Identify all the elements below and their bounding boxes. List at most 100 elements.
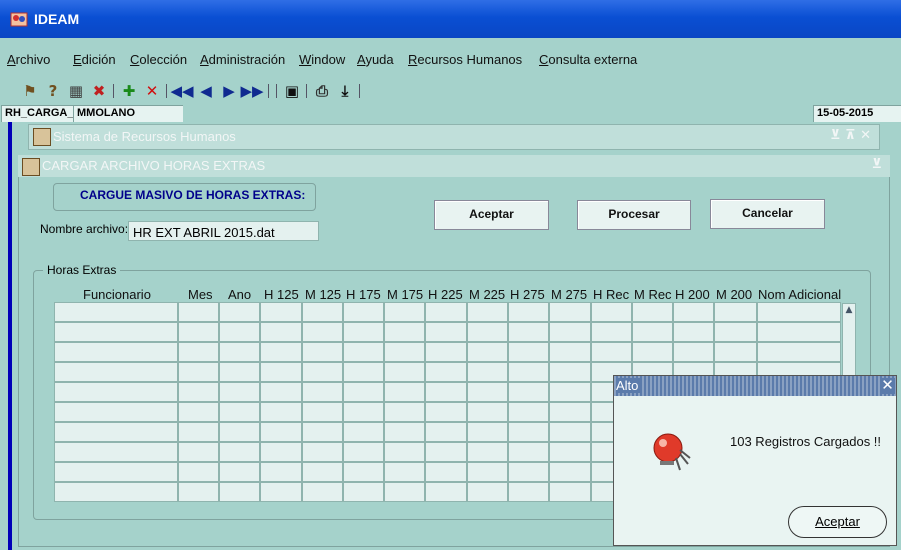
- scroll-up-icon[interactable]: ▲: [843, 304, 855, 316]
- grid-cell[interactable]: [302, 382, 343, 402]
- grid-cell[interactable]: [549, 302, 591, 322]
- grid-cell[interactable]: [508, 342, 549, 362]
- grid-cell[interactable]: [549, 342, 591, 362]
- grid-cell[interactable]: [219, 342, 260, 362]
- grid-cell[interactable]: [467, 462, 508, 482]
- grid-cell[interactable]: [343, 402, 384, 422]
- alert-close-icon[interactable]: ✕: [880, 378, 895, 394]
- grid-cell[interactable]: [384, 442, 425, 462]
- grid-cell[interactable]: [591, 342, 632, 362]
- grid-cell[interactable]: [467, 442, 508, 462]
- menu-coleccion[interactable]: Colección: [130, 52, 187, 67]
- previous-record-icon[interactable]: ◀: [197, 82, 215, 100]
- grid-cell[interactable]: [714, 322, 757, 342]
- grid-cell[interactable]: [673, 302, 714, 322]
- last-record-icon[interactable]: ▶▶: [240, 82, 263, 100]
- grid-cell[interactable]: [54, 462, 178, 482]
- grid-cell[interactable]: [54, 382, 178, 402]
- aceptar-button[interactable]: Aceptar: [434, 200, 549, 230]
- grid-cell[interactable]: [219, 442, 260, 462]
- grid-cell[interactable]: [302, 342, 343, 362]
- grid-cell[interactable]: [425, 422, 467, 442]
- grid-cell[interactable]: [302, 302, 343, 322]
- file-name-input[interactable]: HR EXT ABRIL 2015.dat: [128, 221, 319, 241]
- grid-cell[interactable]: [384, 342, 425, 362]
- grid-cell[interactable]: [219, 422, 260, 442]
- grid-cell[interactable]: [425, 482, 467, 502]
- grid-cell[interactable]: [219, 462, 260, 482]
- grid-cell[interactable]: [219, 302, 260, 322]
- grid-cell[interactable]: [343, 362, 384, 382]
- grid-cell[interactable]: [425, 462, 467, 482]
- grid-cell[interactable]: [343, 462, 384, 482]
- grid-cell[interactable]: [178, 322, 219, 342]
- grid-cell[interactable]: [260, 402, 302, 422]
- grid-cell[interactable]: [343, 322, 384, 342]
- grid-cell[interactable]: [178, 482, 219, 502]
- grid-cell[interactable]: [343, 302, 384, 322]
- grid-cell[interactable]: [302, 322, 343, 342]
- next-record-icon[interactable]: ▶: [220, 82, 238, 100]
- grid-cell[interactable]: [508, 422, 549, 442]
- grid-cell[interactable]: [632, 302, 673, 322]
- grid-cell[interactable]: [54, 362, 178, 382]
- grid-cell[interactable]: [508, 302, 549, 322]
- grid-cell[interactable]: [714, 342, 757, 362]
- minimize-icon[interactable]: ⊻: [871, 157, 882, 172]
- grid-cell[interactable]: [549, 362, 591, 382]
- menu-recursos-humanos[interactable]: Recursos Humanos: [408, 52, 522, 67]
- grid-cell[interactable]: [467, 362, 508, 382]
- menu-ayuda[interactable]: Ayuda: [357, 52, 394, 67]
- grid-cell[interactable]: [673, 342, 714, 362]
- grid-cell[interactable]: [673, 322, 714, 342]
- download-icon[interactable]: ⤓: [336, 82, 354, 100]
- grid-cell[interactable]: [302, 422, 343, 442]
- grid-cell[interactable]: [178, 402, 219, 422]
- menu-edicion[interactable]: Edición: [73, 52, 116, 67]
- grid-cell[interactable]: [384, 302, 425, 322]
- grid-cell[interactable]: [302, 362, 343, 382]
- grid-cell[interactable]: [508, 382, 549, 402]
- grid-cell[interactable]: [467, 482, 508, 502]
- grid-cell[interactable]: [425, 382, 467, 402]
- grid-cell[interactable]: [549, 422, 591, 442]
- grid-cell[interactable]: [425, 322, 467, 342]
- grid-cell[interactable]: [508, 462, 549, 482]
- cancelar-button[interactable]: Cancelar: [710, 199, 825, 229]
- grid-cell[interactable]: [178, 302, 219, 322]
- grid-cell[interactable]: [632, 342, 673, 362]
- grid-cell[interactable]: [302, 482, 343, 502]
- cargar-window-titlebar[interactable]: CARGAR ARCHIVO HORAS EXTRAS ⊻: [18, 155, 890, 177]
- query-icon[interactable]: ?: [44, 82, 62, 100]
- window-controls-icon[interactable]: ⊻ ⊼ ✕: [830, 128, 871, 143]
- insert-record-icon[interactable]: ✚: [120, 82, 138, 100]
- grid-cell[interactable]: [260, 302, 302, 322]
- grid-cell[interactable]: [467, 322, 508, 342]
- grid-cell[interactable]: [467, 422, 508, 442]
- grid-cell[interactable]: [54, 442, 178, 462]
- grid-cell[interactable]: [467, 342, 508, 362]
- grid-cell[interactable]: [219, 322, 260, 342]
- grid-cell[interactable]: [467, 302, 508, 322]
- save-icon[interactable]: ▣: [283, 82, 301, 100]
- grid-cell[interactable]: [384, 362, 425, 382]
- menu-consulta-externa[interactable]: Consulta externa: [539, 52, 637, 67]
- grid-cell[interactable]: [591, 302, 632, 322]
- grid-cell[interactable]: [714, 302, 757, 322]
- grid-cell[interactable]: [178, 462, 219, 482]
- grid-cell[interactable]: [54, 422, 178, 442]
- grid-cell[interactable]: [219, 482, 260, 502]
- grid-cell[interactable]: [425, 402, 467, 422]
- alert-aceptar-button[interactable]: Aceptar: [788, 506, 887, 538]
- grid-cell[interactable]: [260, 382, 302, 402]
- grid-cell[interactable]: [54, 322, 178, 342]
- grid-cell[interactable]: [425, 342, 467, 362]
- grid-cell[interactable]: [549, 442, 591, 462]
- grid-cell[interactable]: [508, 482, 549, 502]
- grid-cell[interactable]: [260, 422, 302, 442]
- menu-administracion[interactable]: Administración: [200, 52, 285, 67]
- grid-cell[interactable]: [260, 482, 302, 502]
- cancel-query-icon[interactable]: ✖: [90, 82, 108, 100]
- grid-cell[interactable]: [508, 442, 549, 462]
- grid-cell[interactable]: [425, 442, 467, 462]
